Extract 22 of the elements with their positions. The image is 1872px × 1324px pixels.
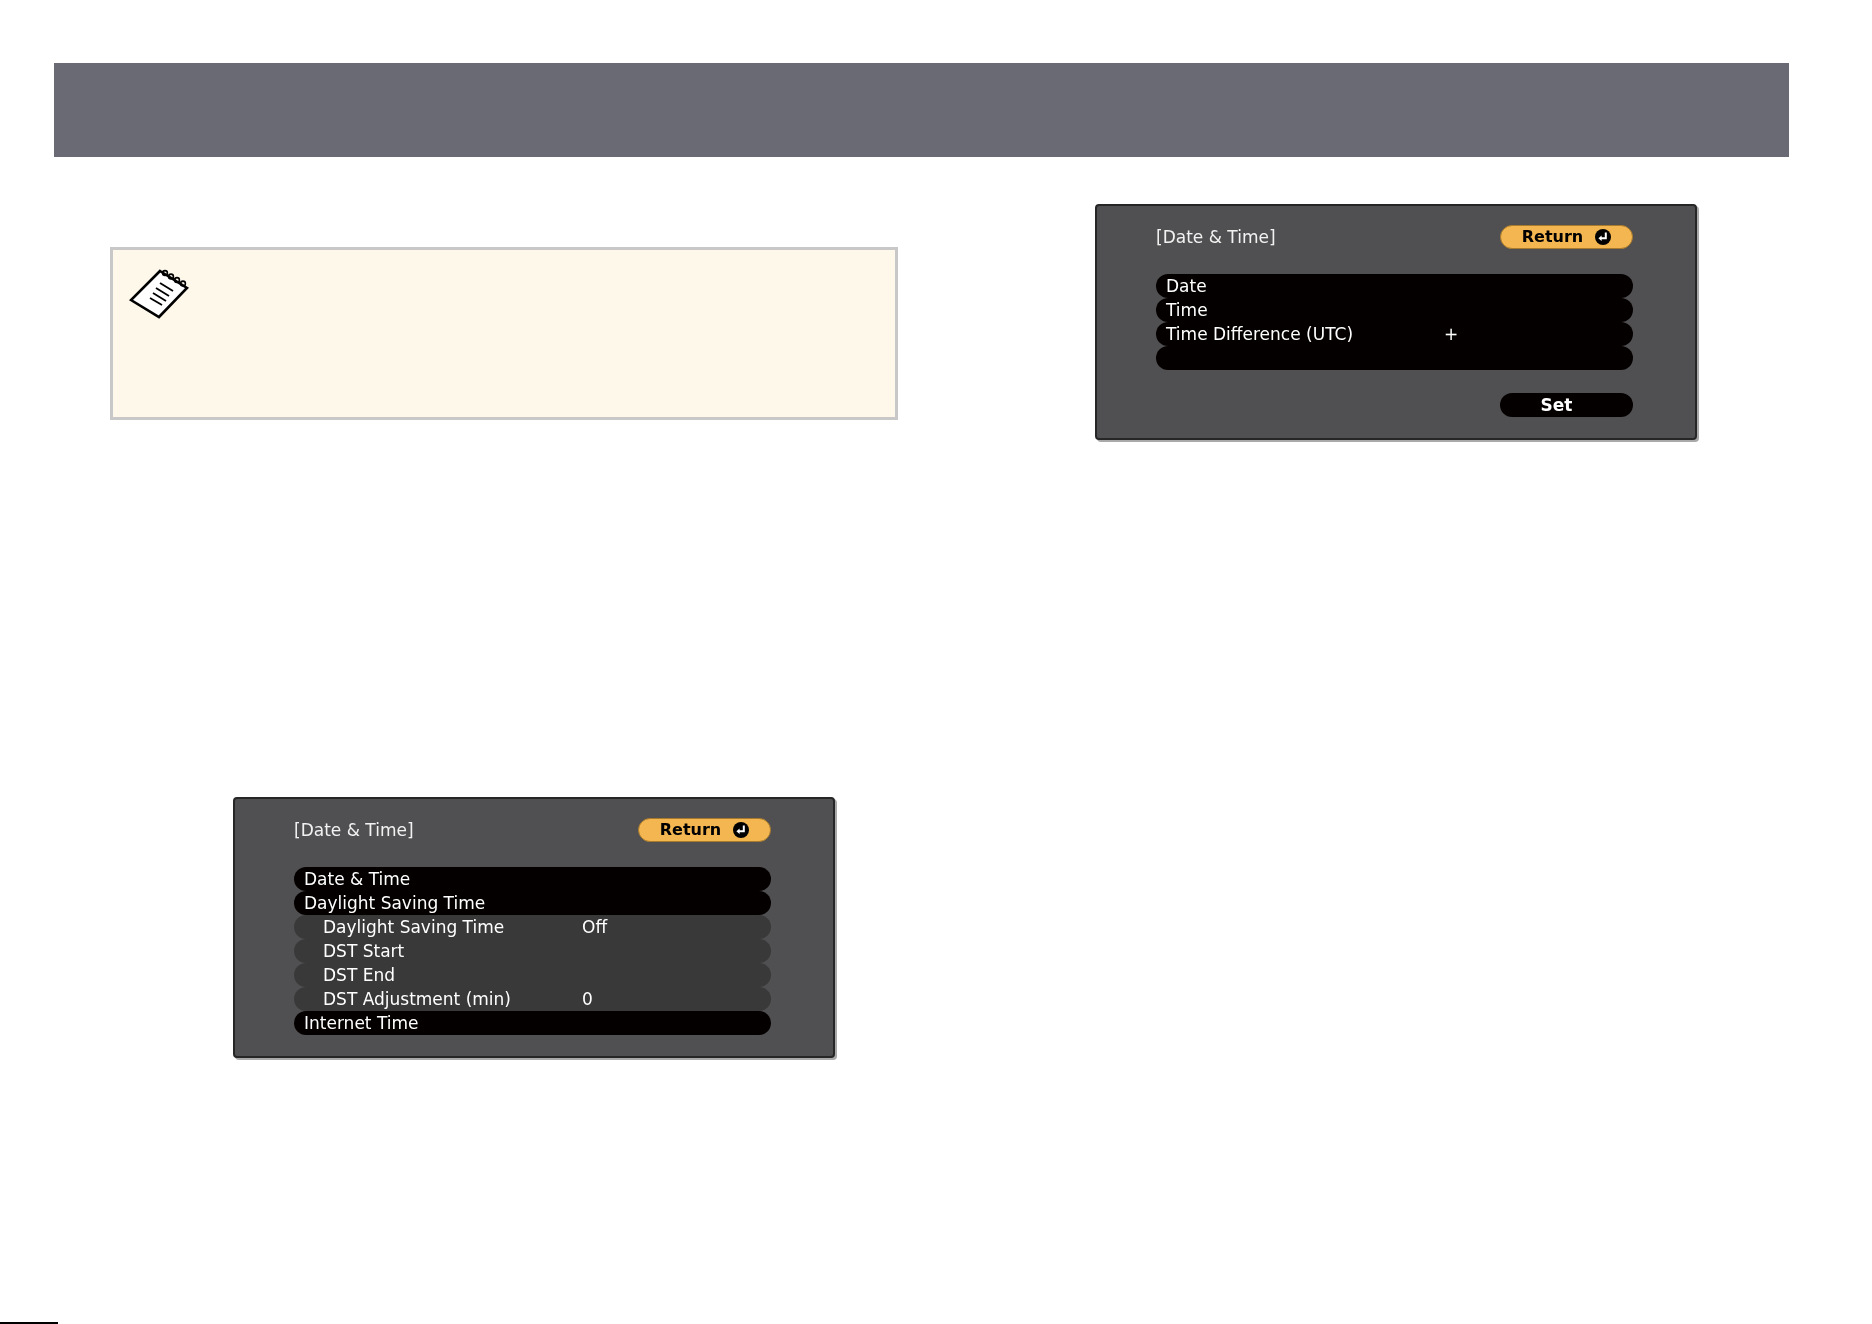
menu-row[interactable]: Time Difference (UTC) + [1156,322,1633,346]
return-button[interactable]: Return [1500,225,1633,249]
menu-title: [Date & Time] [1156,226,1276,249]
notepad-icon [129,267,189,319]
setting-value: Off [582,916,608,939]
menu-row[interactable]: Daylight Saving Time Off [294,915,771,939]
return-button[interactable]: Return [638,818,771,842]
menu-row[interactable] [1156,346,1633,370]
menu-row[interactable]: Daylight Saving Time [294,891,771,915]
enter-icon [1595,229,1612,245]
menu-row[interactable]: Date & Time [294,867,771,891]
menu-row[interactable]: DST End [294,963,771,987]
menu-row[interactable]: Date [1156,274,1633,298]
enter-icon [733,822,750,838]
setting-value: + [1444,323,1459,346]
menu-row[interactable]: Time [1156,298,1633,322]
menu-row[interactable]: Internet Time [294,1011,771,1035]
setting-value: 0 [582,988,593,1011]
set-button[interactable]: Set [1500,393,1633,417]
menu-title: [Date & Time] [294,819,414,842]
menu-row[interactable]: DST Adjustment (min) 0 [294,987,771,1011]
menu-row[interactable]: DST Start [294,939,771,963]
